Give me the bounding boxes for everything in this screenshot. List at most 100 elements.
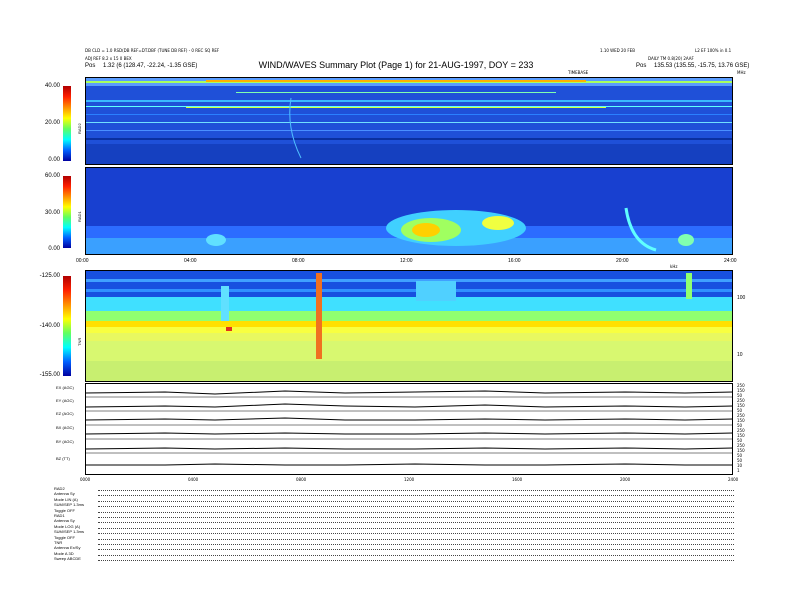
pos-right: Pos 135.53 (135.55, -15.75, 13.76 GSE) bbox=[636, 63, 749, 70]
timebase-label: TIMEBASE bbox=[568, 70, 589, 75]
header-line-1: DB CLD = 1.0 RSD(DB REF=DT.DBF (TUNE DB … bbox=[85, 48, 220, 53]
header-right-1: 1.10 WED 20 FEB bbox=[600, 48, 635, 53]
tnr-ylabel: TNR bbox=[77, 337, 82, 346]
settings-row-label: Toggle bbox=[54, 507, 66, 513]
settings-row-label: Mode bbox=[54, 550, 65, 556]
settings-row: SUM/SEP 1.3ms bbox=[54, 503, 84, 507]
bottom-time-tick-3: 1200 bbox=[404, 477, 415, 482]
settings-row: Mode A 3D bbox=[54, 550, 74, 556]
rad2-ytick-mid: 20.00 bbox=[44, 120, 60, 126]
settings-row-value: LOG (A) bbox=[65, 523, 81, 529]
settings-row-label: Sweep bbox=[54, 556, 67, 562]
settings-row-value: A 3D bbox=[64, 550, 74, 556]
settings-row-dotted-line bbox=[98, 522, 734, 524]
trace-lines bbox=[85, 390, 733, 466]
settings-row-dotted-line bbox=[98, 544, 734, 545]
khz-label: kHz bbox=[670, 264, 678, 269]
rad1-ytick-bottom: 0.00 bbox=[48, 246, 60, 252]
tnr-spectrogram bbox=[85, 270, 733, 382]
rad1-ytick-mid: 30.00 bbox=[44, 210, 60, 216]
settings-row-label: SUM/SEP bbox=[54, 502, 72, 508]
settings-row-label: Antenna bbox=[54, 518, 69, 524]
settings-row-value: ABCDE bbox=[67, 556, 81, 562]
rad2-colorbar bbox=[63, 86, 71, 161]
settings-row-value: Sy bbox=[70, 518, 75, 524]
time-tick-0: 00:00 bbox=[76, 258, 89, 264]
settings-row-dotted-line bbox=[98, 495, 734, 497]
settings-row-label: Mode bbox=[54, 496, 65, 502]
trace-label-ey: EY (AGC) bbox=[56, 398, 74, 403]
bottom-time-tick-1: 0400 bbox=[188, 477, 199, 482]
trace-label-bx: BX (AGC) bbox=[56, 425, 74, 430]
trace-label-by: BY (AGC) bbox=[56, 439, 74, 444]
settings-row-label: SUM/SEP bbox=[54, 529, 72, 535]
settings-row: Mode LIN (A) bbox=[54, 496, 78, 502]
settings-row: Sweep ABCDE bbox=[54, 557, 81, 561]
rad2-ytick-bottom: 0.00 bbox=[48, 157, 60, 163]
rad2-ylabel: RAD2 bbox=[77, 123, 82, 134]
settings-row-label: RAD1 bbox=[54, 513, 65, 518]
settings-row-dotted-line bbox=[98, 549, 734, 551]
settings-row-value: OFF bbox=[66, 534, 75, 540]
settings-row-value: 1.3ms bbox=[73, 529, 84, 535]
tnr-right-tick-100: 100 bbox=[737, 295, 746, 301]
rad2-spectrogram bbox=[85, 77, 733, 165]
settings-row: Toggle OFF bbox=[54, 507, 75, 513]
time-tick-3: 12:00 bbox=[400, 258, 413, 264]
settings-row-dotted-line bbox=[98, 511, 734, 513]
mhz-label: MHz bbox=[737, 70, 746, 75]
bottom-time-tick-4: 1600 bbox=[512, 477, 523, 482]
settings-row: RAD2 bbox=[54, 487, 65, 491]
header-right-3: DAILY TM 0.8(20) 2AAF bbox=[648, 56, 694, 61]
tnr-ytick-mid: -140.00 bbox=[39, 323, 60, 329]
settings-row-label: Antenna bbox=[54, 545, 69, 551]
bottom-time-tick-6: 2400 bbox=[728, 477, 739, 482]
trace-label-ez: EZ (AGC) bbox=[56, 411, 74, 416]
rad1-spectrogram bbox=[85, 167, 733, 255]
bottom-time-tick-0: 0000 bbox=[80, 477, 91, 482]
settings-row-value: OFF bbox=[66, 507, 75, 513]
settings-row-label: Mode bbox=[54, 523, 65, 529]
settings-row-value: 1.3ms bbox=[73, 502, 84, 508]
settings-row-dotted-line bbox=[98, 506, 734, 508]
trace-label-ex: EX (AGC) bbox=[56, 385, 74, 390]
rad1-ytick-top: 60.00 bbox=[44, 173, 60, 179]
rad1-colorbar bbox=[63, 176, 71, 248]
rad1-ylabel: RAD1 bbox=[77, 211, 82, 222]
header-right-2: L2 EF 100% in 0.1 bbox=[695, 48, 732, 53]
settings-row-dotted-line bbox=[98, 554, 734, 556]
time-tick-1: 04:00 bbox=[184, 258, 197, 264]
settings-row-dotted-line bbox=[98, 500, 734, 502]
time-tick-4: 16:00 bbox=[508, 258, 521, 264]
tnr-right-tick-10: 10 bbox=[737, 352, 743, 358]
settings-row-label: RAD2 bbox=[54, 486, 65, 491]
tnr-colorbar bbox=[63, 276, 71, 376]
rad2-ytick-top: 40.00 bbox=[44, 83, 60, 89]
bottom-time-tick-2: 0800 bbox=[296, 477, 307, 482]
settings-row-dotted-line bbox=[98, 490, 734, 491]
settings-row: Antenna Sy bbox=[54, 519, 75, 523]
settings-row-label: TNR bbox=[54, 540, 63, 545]
trace-right-tick-17: 1 bbox=[737, 468, 740, 473]
pos-right-label: Pos bbox=[636, 63, 647, 69]
settings-row-dotted-line bbox=[98, 527, 734, 529]
settings-row-dotted-line bbox=[98, 560, 734, 562]
settings-row-label: Toggle bbox=[54, 534, 66, 540]
time-tick-5: 20:00 bbox=[616, 258, 629, 264]
settings-row: Antenna Sy bbox=[54, 492, 75, 496]
tnr-ytick-bottom: -155.00 bbox=[39, 372, 60, 378]
settings-row-label: Antenna bbox=[54, 491, 69, 497]
time-tick-2: 08:00 bbox=[292, 258, 305, 264]
settings-row-value: Ex/Sy bbox=[70, 545, 81, 551]
settings-row: SUM/SEP 1.3ms bbox=[54, 530, 84, 534]
trace-label-bz: BZ (TT) bbox=[56, 456, 70, 461]
settings-row-dotted-line bbox=[98, 533, 734, 535]
settings-row: RAD1 bbox=[54, 514, 65, 518]
tnr-ytick-top: -125.00 bbox=[39, 273, 60, 279]
settings-row-dotted-line bbox=[98, 538, 734, 540]
bottom-time-tick-5: 2000 bbox=[620, 477, 631, 482]
settings-row-dotted-line bbox=[98, 517, 734, 518]
time-tick-6: 24:00 bbox=[724, 258, 737, 264]
settings-row-value: Sy bbox=[70, 491, 75, 497]
settings-row: Antenna Ex/Sy bbox=[54, 546, 80, 550]
